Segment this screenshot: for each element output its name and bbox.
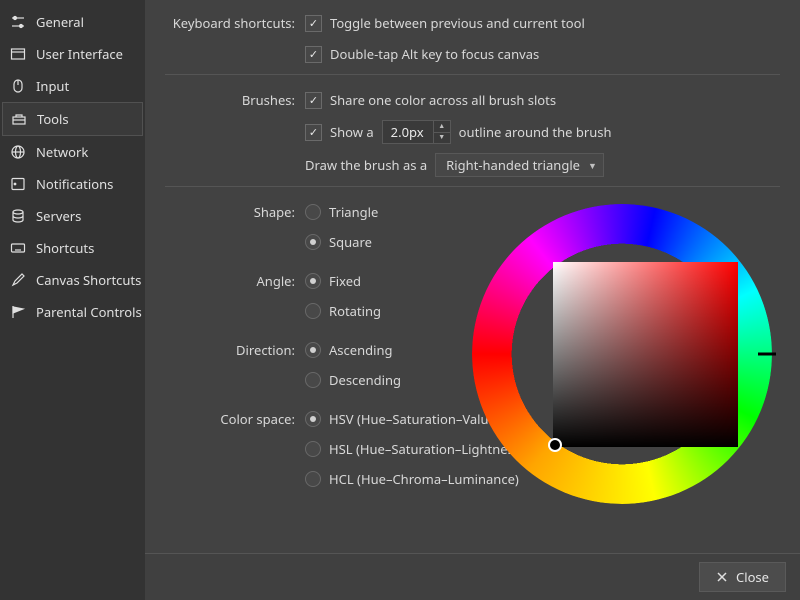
toolbox-icon [11,111,27,127]
saturation-value-box[interactable] [553,262,738,447]
shape-triangle-radio[interactable] [305,204,321,220]
sidebar-item-general[interactable]: General [0,6,145,38]
dialog-footer: Close [145,553,800,600]
close-icon [716,571,728,583]
show-outline-prefix: Show a [330,123,374,141]
sidebar-item-canvas-shortcuts[interactable]: Canvas Shortcuts [0,264,145,296]
sidebar-item-user-interface[interactable]: User Interface [0,38,145,70]
brush-shape-value: Right-handed triangle [446,156,580,174]
shape-label: Shape: [165,203,305,221]
outline-size-value: 2.0px [383,121,433,143]
double-tap-alt-checkbox[interactable] [305,46,322,63]
angle-fixed-radio[interactable] [305,273,321,289]
colorspace-hsl-radio[interactable] [305,441,321,457]
direction-ascending-radio[interactable] [305,342,321,358]
sidebar-item-network[interactable]: Network [0,136,145,168]
brush-icon [10,272,26,288]
direction-descending-radio[interactable] [305,372,321,388]
angle-rotating-label: Rotating [329,302,381,320]
sidebar-item-input[interactable]: Input [0,70,145,102]
sidebar-item-label: General [36,13,84,31]
sidebar-item-parental-controls[interactable]: Parental Controls [0,296,145,328]
share-color-label: Share one color across all brush slots [330,91,556,109]
sidebar-item-tools[interactable]: Tools [2,102,143,136]
sidebar-item-label: Notifications [36,175,113,193]
angle-fixed-label: Fixed [329,272,361,290]
separator [165,74,780,75]
sidebar-item-notifications[interactable]: Notifications [0,168,145,200]
draw-brush-prefix: Draw the brush as a [305,156,427,174]
show-outline-suffix: outline around the brush [459,123,612,141]
sidebar-item-label: Network [36,143,88,161]
brush-shape-dropdown[interactable]: Right-handed triangle ▼ [435,153,604,177]
shape-triangle-label: Triangle [329,203,378,221]
sidebar-item-label: Servers [36,207,81,225]
sidebar-item-label: Shortcuts [36,239,94,257]
bell-icon [10,176,26,192]
sidebar-item-label: User Interface [36,45,123,63]
toggle-prev-tool-label: Toggle between previous and current tool [330,14,585,32]
keyboard-shortcuts-label: Keyboard shortcuts: [165,14,305,32]
sidebar-item-label: Tools [37,110,69,128]
direction-descending-label: Descending [329,371,401,389]
sidebar-item-label: Canvas Shortcuts [36,271,141,289]
flag-icon [10,304,26,320]
colorspace-hcl-radio[interactable] [305,471,321,487]
sliders-icon [10,14,26,30]
direction-label: Direction: [165,341,305,359]
colorspace-hsl-label: HSL (Hue–Saturation–Lightness) [329,440,524,458]
angle-rotating-radio[interactable] [305,303,321,319]
sidebar-item-label: Input [36,77,69,95]
show-outline-checkbox[interactable] [305,124,322,141]
network-icon [10,144,26,160]
colorspace-hsv-radio[interactable] [305,411,321,427]
sidebar-item-shortcuts[interactable]: Shortcuts [0,232,145,264]
color-wheel-preview [472,204,772,504]
spinner-up-icon[interactable]: ▲ [434,121,450,133]
shape-square-radio[interactable] [305,234,321,250]
share-color-checkbox[interactable] [305,92,322,109]
toggle-prev-tool-checkbox[interactable] [305,15,322,32]
mouse-icon [10,78,26,94]
colorspace-hcl-label: HCL (Hue–Chroma–Luminance) [329,470,519,488]
close-button[interactable]: Close [699,562,786,592]
double-tap-alt-label: Double-tap Alt key to focus canvas [330,45,539,63]
shape-square-label: Square [329,233,372,251]
direction-ascending-label: Ascending [329,341,393,359]
colorspace-hsv-label: HSV (Hue–Saturation–Value) [329,410,500,428]
spinner-down-icon[interactable]: ▼ [434,133,450,144]
angle-label: Angle: [165,272,305,290]
chevron-down-icon: ▼ [588,159,597,172]
brushes-label: Brushes: [165,91,305,109]
sidebar-item-servers[interactable]: Servers [0,200,145,232]
close-button-label: Close [736,568,769,586]
separator [165,186,780,187]
servers-icon [10,208,26,224]
sv-cursor-icon [548,438,562,452]
outline-size-spinner[interactable]: 2.0px ▲ ▼ [382,120,451,144]
sidebar-item-label: Parental Controls [36,303,142,321]
window-icon [10,46,26,62]
settings-sidebar: General User Interface Input Tools Netwo… [0,0,145,600]
color-space-label: Color space: [165,410,305,428]
keyboard-icon [10,240,26,256]
